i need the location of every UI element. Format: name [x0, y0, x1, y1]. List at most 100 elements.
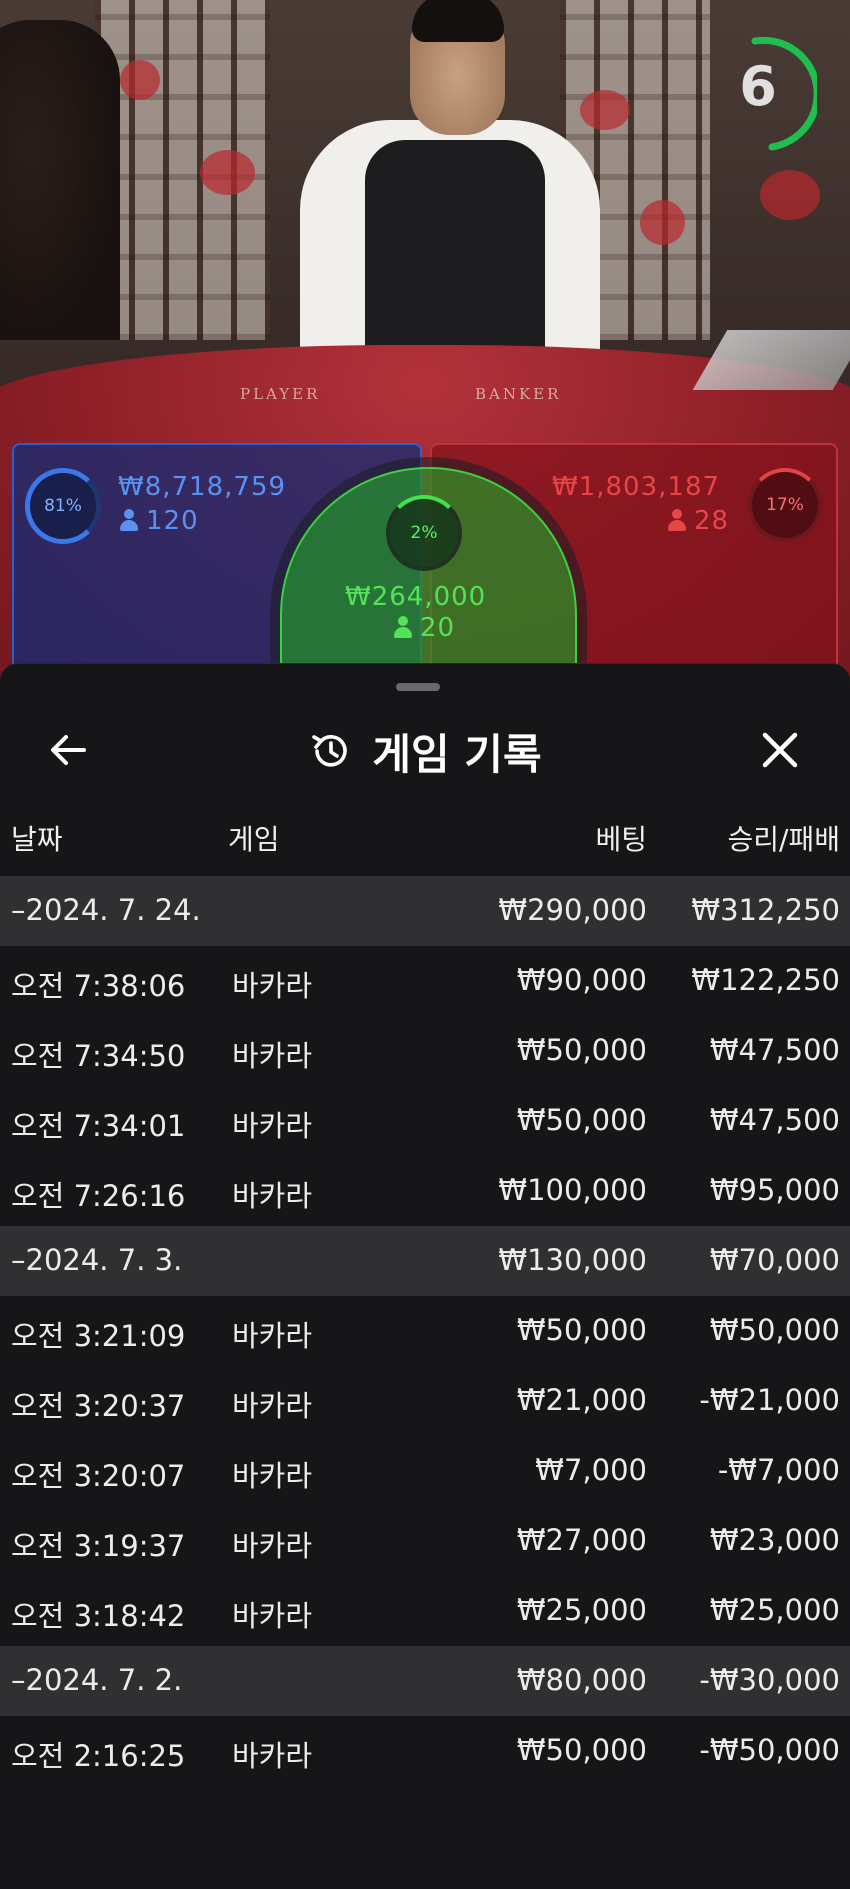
row-bet: ₩50,000 — [516, 1733, 647, 1767]
group-bet-total: ₩80,000 — [516, 1663, 647, 1697]
row-game: 바카라 — [232, 1039, 313, 1073]
game-history-sheet: 게임 기록 날짜 게임 베팅 승리/패배 –2024. 7. 24. ₩290,… — [0, 663, 850, 1889]
banker-bet-count-value: 28 — [694, 506, 730, 536]
row-result: ₩122,250 — [691, 963, 840, 997]
row-game: 바카라 — [232, 1319, 313, 1353]
column-bet[interactable]: 베팅 — [595, 818, 647, 858]
date-group-row[interactable]: –2024. 7. 3. ₩130,000 ₩70,000 — [0, 1226, 850, 1296]
row-bet: ₩90,000 — [516, 963, 647, 997]
column-game[interactable]: 게임 — [228, 818, 280, 858]
side-dealer — [0, 20, 120, 340]
row-game: 바카라 — [232, 969, 313, 1003]
row-game: 바카라 — [232, 1109, 313, 1143]
row-bet: ₩21,000 — [516, 1383, 647, 1417]
sheet-title: 게임 기록 — [372, 729, 542, 779]
player-percent-ring: 81% — [25, 468, 101, 544]
date-group-row[interactable]: –2024. 7. 24. ₩290,000 ₩312,250 — [0, 876, 850, 946]
column-result[interactable]: 승리/패배 — [728, 818, 840, 858]
history-row[interactable]: 오전 3:20:07 바카라 ₩7,000 -₩7,000 — [0, 1436, 850, 1506]
user-icon — [120, 509, 138, 531]
player-bet-count: 120 — [120, 506, 199, 536]
dealer-vest — [365, 140, 545, 370]
blossom-decoration — [200, 150, 255, 195]
list-bottom-fade — [0, 1764, 850, 1889]
row-result: ₩47,500 — [709, 1033, 840, 1067]
history-row[interactable]: 오전 7:34:50 바카라 ₩50,000 ₩47,500 — [0, 1016, 850, 1086]
sheet-header: 게임 기록 — [0, 704, 850, 798]
back-button[interactable] — [40, 722, 96, 778]
history-table: –2024. 7. 24. ₩290,000 ₩312,250 오전 7:38:… — [0, 876, 850, 1786]
row-time: 오전 7:38:06 — [11, 969, 186, 1003]
history-clock-icon — [312, 735, 348, 767]
row-bet: ₩100,000 — [498, 1173, 647, 1207]
history-row[interactable]: 오전 7:34:01 바카라 ₩50,000 ₩47,500 — [0, 1086, 850, 1156]
group-result-total: ₩70,000 — [709, 1243, 840, 1277]
history-row[interactable]: 오전 3:21:09 바카라 ₩50,000 ₩50,000 — [0, 1296, 850, 1366]
row-time: 오전 3:20:07 — [11, 1459, 186, 1493]
sheet-title-group: 게임 기록 — [0, 704, 850, 798]
tie-bet-amount: ₩264,000 — [345, 582, 487, 612]
history-row[interactable]: 오전 7:26:16 바카라 ₩100,000 ₩95,000 — [0, 1156, 850, 1226]
row-time: 오전 3:20:37 — [11, 1389, 186, 1423]
close-button[interactable] — [752, 722, 808, 778]
blossom-decoration — [640, 200, 685, 245]
date-group-row[interactable]: –2024. 7. 2. ₩80,000 -₩30,000 — [0, 1646, 850, 1716]
row-result: -₩50,000 — [699, 1733, 840, 1767]
row-game: 바카라 — [232, 1389, 313, 1423]
row-game: 바카라 — [232, 1529, 313, 1563]
table-label-banker: BANKER — [475, 385, 562, 403]
row-time: 오전 7:26:16 — [11, 1179, 186, 1213]
row-result: -₩21,000 — [699, 1383, 840, 1417]
history-row[interactable]: 오전 3:19:37 바카라 ₩27,000 ₩23,000 — [0, 1506, 850, 1576]
blossom-decoration — [760, 170, 820, 220]
banker-bet-count: 28 — [668, 506, 729, 536]
group-date: –2024. 7. 3. — [11, 1243, 183, 1277]
row-bet: ₩50,000 — [516, 1033, 647, 1067]
close-icon — [762, 732, 798, 768]
banker-bet-amount: ₩1,803,187 — [552, 472, 721, 502]
history-row[interactable]: 오전 3:20:37 바카라 ₩21,000 -₩21,000 — [0, 1366, 850, 1436]
row-bet: ₩25,000 — [516, 1593, 647, 1627]
row-result: ₩50,000 — [709, 1313, 840, 1347]
row-time: 오전 7:34:50 — [11, 1039, 186, 1073]
row-time: 오전 3:19:37 — [11, 1529, 186, 1563]
dealer-hair — [412, 0, 504, 42]
sheet-drag-handle[interactable] — [396, 683, 440, 691]
group-date: –2024. 7. 24. — [11, 893, 201, 927]
row-bet: ₩27,000 — [516, 1523, 647, 1557]
user-icon — [668, 509, 686, 531]
group-bet-total: ₩290,000 — [498, 893, 647, 927]
row-result: ₩23,000 — [709, 1523, 840, 1557]
row-bet: ₩7,000 — [535, 1453, 647, 1487]
group-result-total: ₩312,250 — [691, 893, 840, 927]
tie-bet-count: 20 — [394, 613, 455, 643]
blossom-decoration — [120, 60, 160, 100]
tie-percent: 2% — [410, 523, 438, 543]
group-bet-total: ₩130,000 — [498, 1243, 647, 1277]
row-bet: ₩50,000 — [516, 1103, 647, 1137]
row-result: ₩47,500 — [709, 1103, 840, 1137]
tie-bet-count-value: 20 — [420, 613, 456, 643]
history-row[interactable]: 오전 7:38:06 바카라 ₩90,000 ₩122,250 — [0, 946, 850, 1016]
row-bet: ₩50,000 — [516, 1313, 647, 1347]
player-percent: 81% — [44, 496, 82, 516]
row-game: 바카라 — [232, 1459, 313, 1493]
history-column-headers: 날짜 게임 베팅 승리/패배 — [0, 806, 850, 866]
group-result-total: -₩30,000 — [699, 1663, 840, 1697]
row-time: 오전 3:21:09 — [11, 1319, 186, 1353]
tie-percent-ring: 2% — [386, 495, 462, 571]
history-row[interactable]: 오전 3:18:42 바카라 ₩25,000 ₩25,000 — [0, 1576, 850, 1646]
table-label-player: PLAYER — [240, 385, 321, 403]
player-bet-amount: ₩8,718,759 — [118, 472, 287, 502]
banker-percent: 17% — [766, 495, 804, 515]
group-date: –2024. 7. 2. — [11, 1663, 183, 1697]
countdown-timer: 6 — [739, 55, 777, 118]
arrow-left-icon — [51, 735, 86, 765]
user-icon — [394, 616, 412, 638]
row-game: 바카라 — [232, 1179, 313, 1213]
card-shoe — [692, 330, 850, 390]
row-result: ₩25,000 — [709, 1593, 840, 1627]
column-date[interactable]: 날짜 — [11, 818, 63, 858]
row-game: 바카라 — [232, 1599, 313, 1633]
player-bet-count-value: 120 — [146, 506, 199, 536]
